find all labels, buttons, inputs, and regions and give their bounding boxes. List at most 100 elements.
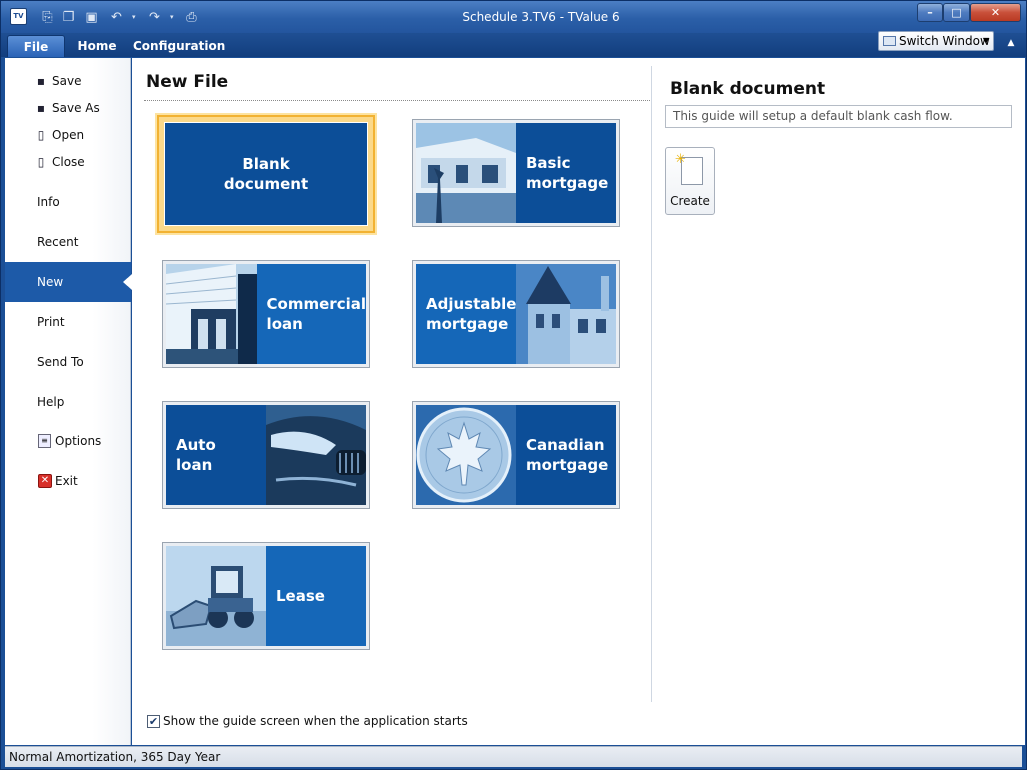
tile-text: Basic mortgage — [526, 153, 608, 193]
exit-icon: ✕ — [38, 474, 52, 488]
tile-label-line: mortgage — [526, 174, 609, 192]
tile-text: Auto loan — [176, 435, 216, 475]
sidebar-item-exit[interactable]: ✕ Exit — [5, 461, 131, 501]
options-icon: ≡ — [38, 434, 51, 448]
tile-canadian-mortgage[interactable]: Canadian mortgage — [412, 401, 620, 509]
switch-window-button[interactable]: Switch Window ▼ — [878, 31, 994, 51]
sidebar-item-info[interactable]: Info — [5, 182, 131, 222]
selection-pointer-icon — [123, 274, 132, 290]
maple-leaf-coin-image — [416, 405, 516, 505]
tile-label: Adjustable mortgage — [416, 264, 517, 364]
divider — [651, 66, 652, 702]
tile-commercial-loan[interactable]: Commercial loan — [162, 260, 370, 368]
tile-text: Adjustable mortgage — [426, 294, 516, 334]
sidebar-item-help[interactable]: Help — [5, 382, 131, 422]
maximize-button[interactable]: □ — [943, 3, 970, 22]
tile-auto-loan[interactable]: Auto loan — [162, 401, 370, 509]
car-headlight-image — [266, 405, 366, 505]
create-label: Create — [670, 194, 710, 208]
tile-adjustable-mortgage[interactable]: Adjustable mortgage — [412, 260, 620, 368]
tile-label-line: Lease — [276, 587, 325, 605]
sidebar-item-send-to[interactable]: Send To — [5, 342, 131, 382]
page-title: New File — [146, 72, 229, 92]
chevron-down-icon: ▼ — [982, 36, 989, 45]
tile-label: Basic mortgage — [516, 123, 616, 223]
window-title: Schedule 3.TV6 - TValue 6 — [462, 10, 620, 24]
sidebar-item-recent[interactable]: Recent — [5, 222, 131, 262]
tile-body: Canadian mortgage — [416, 405, 616, 505]
divider — [144, 100, 650, 101]
sidebar-item-label: Close — [52, 155, 85, 169]
sidebar-item-label: Open — [52, 128, 85, 142]
create-button[interactable]: ✳ Create — [665, 147, 715, 215]
tile-text: Lease — [276, 586, 325, 606]
tile-label-line: mortgage — [426, 315, 509, 333]
tab-home[interactable]: Home — [71, 35, 123, 57]
office-building-image — [166, 264, 257, 364]
new-file-panel: New File Blank document Basic mortgage C… — [132, 58, 1025, 745]
sidebar-item-label: New — [37, 275, 64, 289]
detail-title: Blank document — [670, 79, 826, 99]
close-window-button[interactable]: ✕ — [970, 3, 1021, 22]
windows-icon — [883, 36, 896, 46]
ribbon-collapse-icon[interactable]: ▲ — [1003, 36, 1019, 50]
show-guide-checkbox[interactable]: ✔ — [147, 715, 160, 728]
save-as-icon: ▪ — [36, 101, 46, 115]
minimize-button[interactable]: – — [917, 3, 943, 22]
sidebar-item-save-as[interactable]: ▪ Save As — [5, 97, 131, 119]
tile-label-line: document — [223, 175, 309, 193]
tile-text: Commercial loan — [267, 294, 366, 334]
save-icon: ▪ — [36, 74, 46, 88]
tile-label-line: Blank — [242, 155, 290, 173]
close-file-icon: ▯ — [37, 155, 45, 169]
tile-label: Blank document — [165, 123, 367, 225]
tile-text: Blank document — [224, 154, 308, 194]
sidebar-item-label: Save As — [52, 101, 100, 115]
tile-label-line: Auto — [176, 436, 216, 454]
tile-label-line: mortgage — [526, 456, 609, 474]
sidebar-item-print[interactable]: Print — [5, 302, 131, 342]
sidebar-item-close[interactable]: ▯ Close — [5, 151, 131, 173]
tile-lease[interactable]: Lease — [162, 542, 370, 650]
open-icon: ▯ — [37, 128, 45, 142]
tile-body: Basic mortgage — [416, 123, 616, 223]
tile-label-line: loan — [176, 456, 213, 474]
ribbon-tab-bar: File Home Configuration — [1, 33, 1026, 57]
sidebar-item-label: Save — [52, 74, 82, 88]
tile-body: Lease — [166, 546, 366, 646]
turret-house-image — [516, 264, 616, 364]
tile-label-line: Basic — [526, 154, 571, 172]
tile-body: Auto loan — [166, 405, 366, 505]
tile-body: Commercial loan — [166, 264, 366, 364]
tile-label: Lease — [266, 546, 366, 646]
house-photo-image — [416, 123, 516, 223]
tile-blank-document[interactable]: Blank document — [157, 115, 375, 233]
sidebar-item-options[interactable]: ≡ Options — [5, 421, 131, 461]
sidebar-item-save[interactable]: ▪ Save — [5, 70, 131, 92]
detail-description: This guide will setup a default blank ca… — [665, 105, 1012, 128]
tab-configuration[interactable]: Configuration — [133, 35, 225, 57]
tile-label-line: Adjustable — [426, 295, 517, 313]
sidebar-item-label: Exit — [55, 474, 78, 488]
status-bar: Normal Amortization, 365 Day Year — [5, 746, 1022, 767]
show-guide-label[interactable]: Show the guide screen when the applicati… — [163, 714, 468, 728]
tile-body: Adjustable mortgage — [416, 264, 616, 364]
tile-basic-mortgage[interactable]: Basic mortgage — [412, 119, 620, 227]
skid-steer-loader-image — [166, 546, 266, 646]
tile-body: Blank document — [164, 122, 368, 226]
backstage-sidebar: ▪ Save ▪ Save As ▯ Open ▯ Close Info Rec… — [5, 58, 132, 745]
sidebar-item-open[interactable]: ▯ Open — [5, 124, 131, 146]
tile-text: Canadian mortgage — [526, 435, 608, 475]
tab-file[interactable]: File — [7, 35, 65, 57]
tile-label: Commercial loan — [256, 264, 366, 364]
sidebar-item-new[interactable]: New — [5, 262, 132, 302]
tile-label: Auto loan — [166, 405, 266, 505]
tile-label-line: Commercial — [266, 295, 366, 313]
tile-label: Canadian mortgage — [516, 405, 616, 505]
tile-label-line: loan — [266, 315, 303, 333]
title-bar: TV ⎘ ❐ ▣ ↶ ▾ ↷ ▾ ⎙ Schedule 3.TV6 - TVal… — [1, 1, 1026, 33]
switch-window-label: Switch Window — [899, 34, 990, 48]
tile-label-line: Canadian — [526, 436, 605, 454]
sidebar-item-label: Options — [55, 434, 102, 448]
application-window: TV ⎘ ❐ ▣ ↶ ▾ ↷ ▾ ⎙ Schedule 3.TV6 - TVal… — [0, 0, 1027, 770]
